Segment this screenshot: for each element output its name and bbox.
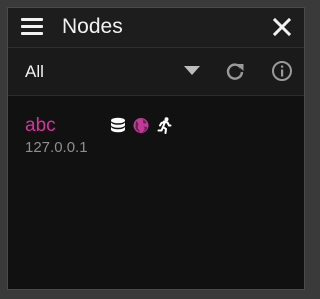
node-name: abc (25, 115, 56, 136)
refresh-icon[interactable] (224, 60, 246, 82)
running-person-icon (157, 117, 172, 134)
nodes-panel: Nodes All abc 127.0.0.1 (7, 7, 305, 290)
title-bar: Nodes (8, 8, 304, 48)
globe-icon (133, 118, 149, 133)
node-address: 127.0.0.1 (25, 139, 88, 156)
node-list-item[interactable]: abc 127.0.0.1 (8, 110, 304, 160)
database-icon (111, 117, 125, 133)
info-icon[interactable] (271, 60, 293, 82)
chevron-down-icon (184, 66, 200, 75)
filter-bar: All (8, 48, 304, 96)
panel-title: Nodes (62, 15, 123, 38)
close-icon[interactable] (272, 17, 292, 37)
filter-dropdown[interactable]: All (16, 56, 212, 86)
hamburger-menu-icon[interactable] (21, 18, 43, 36)
filter-selected-value: All (25, 62, 44, 81)
